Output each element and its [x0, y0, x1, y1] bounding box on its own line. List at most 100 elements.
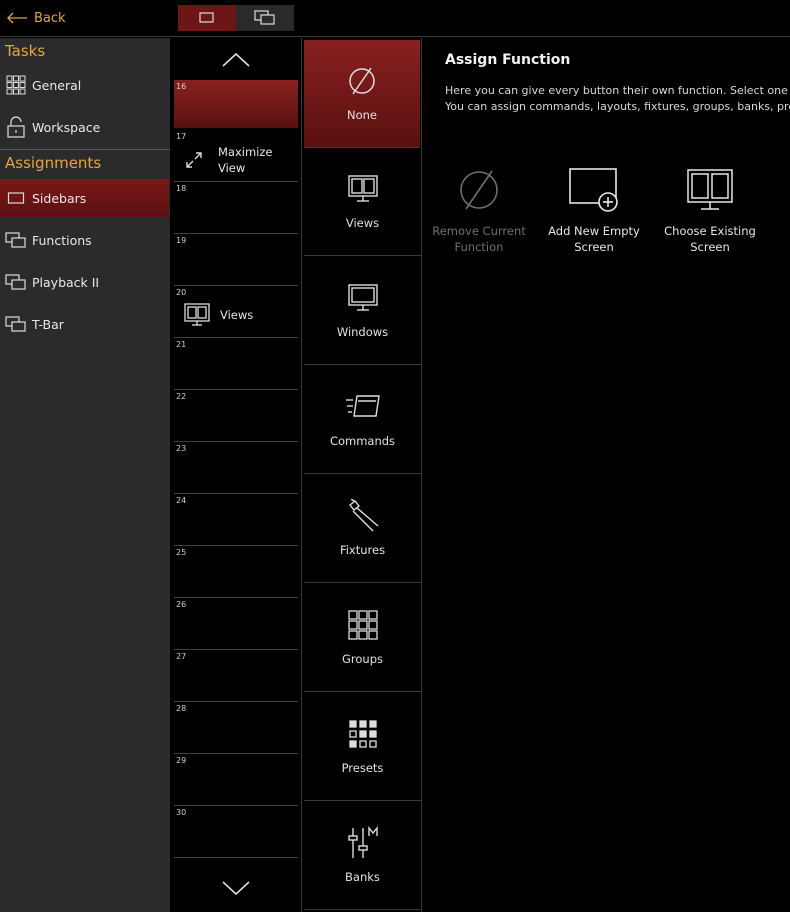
multi-screen-icon [5, 271, 27, 293]
slot-number: 26 [176, 600, 187, 609]
button-slot-16[interactable]: 16 [174, 80, 298, 128]
multi-screen-icon [5, 229, 27, 251]
description-line-2: You can assign commands, layouts, fixtur… [445, 100, 790, 113]
views-icon [347, 172, 379, 206]
remove-function-icon [457, 166, 501, 214]
category-label: Commands [329, 434, 396, 448]
button-slot-19[interactable]: 19 [174, 234, 298, 286]
option-label-line1: Add New Empty [548, 224, 640, 238]
chevron-up-icon [222, 52, 250, 67]
top-bar: Back [0, 0, 790, 37]
button-slot-28[interactable]: 28 [174, 702, 298, 754]
category-groups[interactable]: Groups [304, 584, 421, 692]
category-views[interactable]: Views [304, 148, 421, 256]
chevron-down-icon [222, 881, 250, 896]
category-windows[interactable]: Windows [304, 257, 421, 365]
category-fixtures[interactable]: Fixtures [304, 475, 421, 583]
category-label: Windows [336, 325, 389, 339]
back-arrow-icon [7, 12, 27, 24]
button-slot-17[interactable]: 17 Maximize View [174, 130, 298, 182]
scroll-up-button[interactable] [170, 40, 302, 80]
sidebar-item-label: Playback II [32, 274, 100, 290]
assign-function-panel: Assign Function Here you can give every … [423, 38, 790, 912]
function-category-list: None Views Windows Commands Fixtures Gro… [304, 38, 422, 912]
category-label: Presets [341, 761, 384, 775]
back-label: Back [34, 10, 66, 26]
add-new-empty-screen-button[interactable]: Add New Empty Screen [538, 166, 650, 255]
slot-number: 22 [176, 392, 187, 401]
maximize-icon [186, 152, 202, 168]
fixtures-icon [345, 499, 381, 533]
button-slot-21[interactable]: 21 [174, 338, 298, 390]
presets-icon [347, 717, 379, 751]
slot-number: 21 [176, 340, 187, 349]
sidebar-item-playback-ii[interactable]: Playback II [0, 263, 169, 301]
remove-current-function-button[interactable]: Remove Current Function [423, 166, 535, 255]
description-line-1: Here you can give every button their own… [445, 84, 790, 97]
slot-number: 24 [176, 496, 187, 505]
option-label-line2: Screen [690, 240, 730, 254]
category-banks[interactable]: Banks [304, 802, 421, 910]
button-slot-25[interactable]: 25 [174, 546, 298, 598]
button-slot-30[interactable]: 30 [174, 806, 298, 858]
sidebar-item-t-bar[interactable]: T-Bar [0, 305, 169, 343]
category-presets[interactable]: Presets [304, 693, 421, 801]
slot-number: 29 [176, 756, 187, 765]
category-label: Views [345, 216, 380, 230]
none-icon [346, 64, 378, 98]
category-label: Fixtures [339, 543, 386, 557]
sidebar-item-sidebars[interactable]: Sidebars [0, 179, 169, 217]
scroll-down-button[interactable] [170, 868, 302, 908]
button-slot-27[interactable]: 27 [174, 650, 298, 702]
back-button[interactable]: Back [6, 7, 66, 29]
tasks-heading: Tasks [5, 42, 46, 60]
category-label: None [346, 108, 377, 122]
button-slot-18[interactable]: 18 [174, 182, 298, 234]
category-none[interactable]: None [304, 40, 420, 148]
slot-number: 18 [176, 184, 187, 193]
slot-number: 25 [176, 548, 187, 557]
sidebar-button-list: 16 17 Maximize View 18 19 20 Views 21 22… [170, 38, 302, 912]
button-slot-26[interactable]: 26 [174, 598, 298, 650]
sidebar-item-functions[interactable]: Functions [0, 221, 169, 259]
choose-existing-screen-button[interactable]: Choose Existing Screen [654, 166, 766, 255]
sidebar-item-label: Sidebars [32, 190, 87, 206]
button-slot-23[interactable]: 23 [174, 442, 298, 494]
single-screen-icon [5, 187, 27, 209]
multi-screen-mode-button[interactable] [236, 5, 294, 31]
commands-icon [345, 390, 381, 424]
option-label-line2: Function [454, 240, 504, 254]
sidebar-item-general[interactable]: General [0, 66, 169, 104]
slot-number: 27 [176, 652, 187, 661]
left-sidebar: Tasks General Workspace Assignments Side… [0, 38, 170, 912]
single-screen-icon [199, 12, 214, 23]
slot-label-line2: View [218, 161, 246, 175]
slot-number: 17 [176, 132, 187, 141]
slot-label-line1: Maximize [218, 145, 273, 159]
sidebar-item-workspace[interactable]: Workspace [0, 108, 169, 146]
button-slot-24[interactable]: 24 [174, 494, 298, 546]
assignments-heading: Assignments [5, 154, 102, 172]
multi-screen-icon [5, 313, 27, 335]
category-commands[interactable]: Commands [304, 366, 421, 474]
windows-icon [347, 281, 379, 315]
divider [0, 149, 170, 150]
button-slot-29[interactable]: 29 [174, 754, 298, 806]
button-slot-20[interactable]: 20 Views [174, 286, 298, 338]
groups-icon [347, 608, 379, 642]
sidebar-item-label: Workspace [32, 119, 101, 135]
option-label-line1: Choose Existing [664, 224, 756, 238]
choose-screen-icon [686, 166, 734, 214]
option-label-line2: Screen [574, 240, 614, 254]
slot-label: Views [220, 308, 254, 322]
slot-number: 20 [176, 288, 187, 297]
page-title: Assign Function [445, 52, 571, 68]
slot-number: 16 [176, 82, 187, 91]
single-screen-mode-button[interactable] [178, 5, 236, 31]
category-label: Groups [341, 652, 383, 666]
views-icon [184, 303, 210, 326]
slot-number: 28 [176, 704, 187, 713]
slot-number: 30 [176, 808, 187, 817]
button-slot-22[interactable]: 22 [174, 390, 298, 442]
multi-screen-icon [254, 10, 275, 25]
